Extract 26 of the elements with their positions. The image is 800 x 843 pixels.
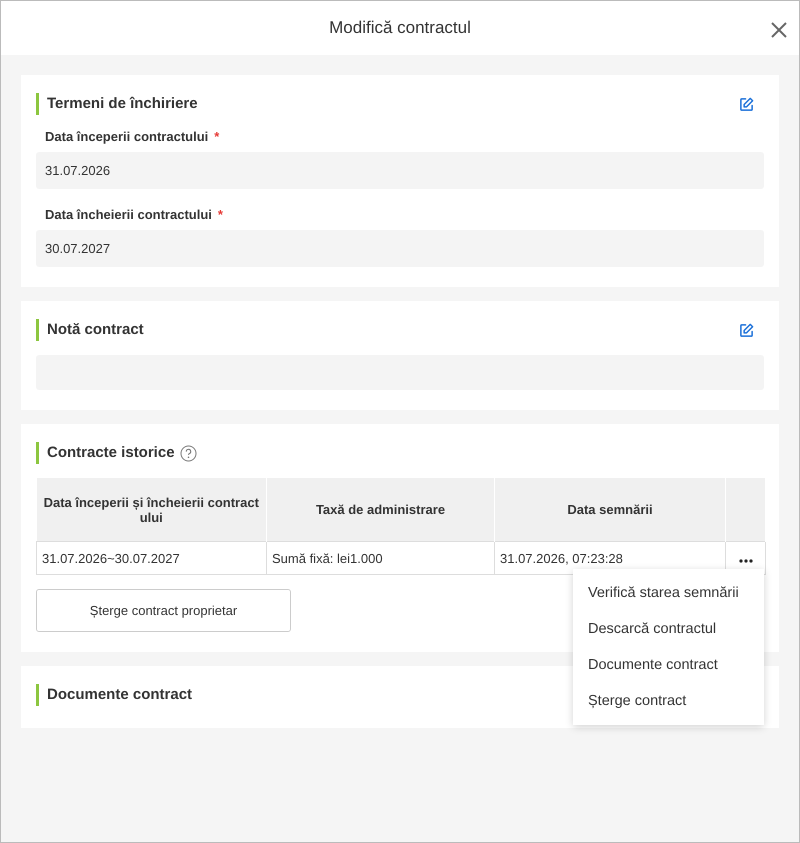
- field-label: Data începerii contractului: [45, 129, 208, 144]
- menu-item[interactable]: Șterge contract: [573, 683, 764, 719]
- section-title: Notă contract: [47, 320, 144, 340]
- menu-item[interactable]: Verifică starea semnării: [573, 575, 764, 611]
- required-mark: *: [214, 129, 220, 144]
- edit-icon[interactable]: [739, 322, 754, 338]
- more-icon: [738, 559, 752, 563]
- menu-item[interactable]: Documente contract: [573, 647, 764, 683]
- column-header: Data semnării: [494, 478, 726, 542]
- column-header: Data începerii și încheierii contractului: [36, 478, 266, 542]
- field-label: Data încheierii contractului: [45, 207, 212, 222]
- dialog-title: Modifică contractul: [329, 18, 471, 38]
- required-mark: *: [218, 207, 223, 222]
- table-cell: Sumă fixă: lei1.000: [266, 542, 494, 574]
- edit-icon[interactable]: [739, 96, 754, 112]
- date-field[interactable]: 30.07.2027: [36, 230, 764, 267]
- table-cell: 31.07.2026~30.07.2027: [36, 542, 266, 574]
- section-title: Termeni de închiriere: [47, 94, 198, 114]
- close-icon[interactable]: [771, 22, 787, 38]
- section-title: Contracte istorice: [47, 443, 175, 463]
- column-header: Taxă de administrare: [266, 478, 494, 542]
- delete-owner-contract-button[interactable]: Șterge contract proprietar: [36, 589, 291, 632]
- menu-item[interactable]: Descarcă contractul: [573, 611, 764, 647]
- help-icon[interactable]: [180, 444, 197, 462]
- date-field[interactable]: 31.07.2026: [36, 152, 764, 189]
- section-title: Documente contract: [47, 685, 192, 705]
